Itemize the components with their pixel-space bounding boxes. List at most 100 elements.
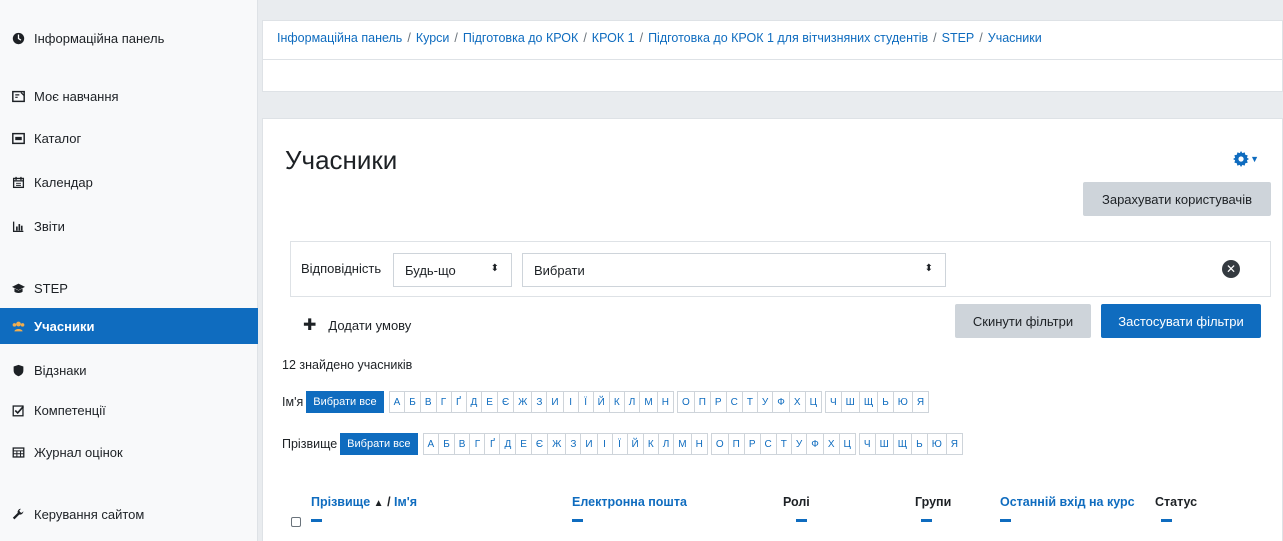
firstname-letter-button[interactable]: З [531,391,548,413]
firstname-letter-button[interactable]: П [693,391,711,413]
lastname-letter-button[interactable]: І [596,433,613,455]
breadcrumb-item-step[interactable]: STEP [942,31,975,45]
firstname-letter-button[interactable]: Т [741,391,758,413]
lastname-letter-button[interactable]: И [580,433,598,455]
collapse-groups-icon[interactable] [921,519,932,522]
firstname-letter-button[interactable]: Ї [577,391,594,413]
firstname-letter-button[interactable]: К [608,391,625,413]
apply-filters-button[interactable]: Застосувати фільтри [1101,304,1261,338]
lastname-letter-button[interactable]: Я [945,433,964,455]
enrol-users-button[interactable]: Зарахувати користувачів [1083,182,1271,216]
lastname-letter-button[interactable]: К [642,433,659,455]
firstname-letter-button[interactable]: М [639,391,658,413]
lastname-letter-button[interactable]: В [453,433,471,455]
lastname-letter-button[interactable]: Е [515,433,532,455]
firstname-select-all[interactable]: Вибрати все [306,391,384,413]
collapse-email-icon[interactable] [572,519,583,522]
lastname-letter-button[interactable]: Ї [611,433,628,455]
firstname-letter-button[interactable]: Є [496,391,515,413]
firstname-letter-button[interactable]: С [725,391,743,413]
add-condition-button[interactable]: ✚ Додати умову [303,315,411,335]
lastname-letter-button[interactable]: О [710,433,729,455]
firstname-header-label[interactable]: Ім'я [394,495,417,509]
firstname-letter-button[interactable]: Ш [840,391,860,413]
breadcrumb-item-krok1[interactable]: КРОК 1 [592,31,635,45]
firstname-letter-button[interactable]: У [756,391,774,413]
lastname-letter-button[interactable]: Л [657,433,675,455]
lastname-letter-button[interactable]: Ц [838,433,856,455]
lastname-letter-button[interactable]: Ь [911,433,928,455]
sidebar-item-step[interactable]: STEP [0,270,258,306]
lastaccess-column-header[interactable]: Останній вхід на курс [1000,495,1135,509]
filter-type-select[interactable]: Вибрати ⬍ [522,253,946,287]
sidebar-item-participants[interactable]: Учасники [0,308,258,344]
lastname-letter-button[interactable]: Ш [874,433,894,455]
firstname-letter-button[interactable]: Ж [513,391,533,413]
reset-filters-button[interactable]: Скинути фільтри [955,304,1091,338]
firstname-letter-button[interactable]: Ь [877,391,894,413]
firstname-letter-button[interactable]: Е [481,391,498,413]
lastname-letter-button[interactable]: Т [775,433,792,455]
firstname-letter-button[interactable]: Ч [824,391,842,413]
select-all-checkbox[interactable] [291,517,301,527]
lastname-letter-button[interactable]: Щ [892,433,913,455]
firstname-letter-button[interactable]: Я [911,391,930,413]
lastname-letter-button[interactable]: Г [469,433,486,455]
firstname-letter-button[interactable]: В [419,391,437,413]
collapse-lastaccess-icon[interactable] [1000,519,1011,522]
sidebar-item-dashboard[interactable]: Інформаційна панель [0,20,258,56]
lastname-letter-button[interactable]: Є [530,433,549,455]
breadcrumb-item-courses[interactable]: Курси [416,31,450,45]
lastname-letter-button[interactable]: С [759,433,777,455]
collapse-status-icon[interactable] [1161,519,1172,522]
firstname-letter-button[interactable]: Ю [892,391,913,413]
firstname-letter-button[interactable]: Ґ [450,391,467,413]
lastname-letter-button[interactable]: Д [499,433,517,455]
firstname-letter-button[interactable]: Щ [858,391,879,413]
lastname-letter-button[interactable]: Ґ [484,433,501,455]
firstname-letter-button[interactable]: Ф [772,391,790,413]
firstname-letter-button[interactable]: А [388,391,406,413]
breadcrumb-item-krok-prep[interactable]: Підготовка до КРОК [463,31,578,45]
collapse-lastname-icon[interactable] [311,519,322,522]
firstname-letter-button[interactable]: Х [788,391,806,413]
sidebar-item-competencies[interactable]: Компетенції [0,392,258,428]
lastname-letter-button[interactable]: Р [743,433,761,455]
sidebar-item-badges[interactable]: Відзнаки [0,352,258,388]
sidebar-item-reports[interactable]: Звіти [0,208,258,244]
lastname-letter-button[interactable]: А [422,433,440,455]
firstname-letter-button[interactable]: Н [656,391,674,413]
lastname-letter-button[interactable]: М [673,433,692,455]
firstname-letter-button[interactable]: І [562,391,579,413]
lastname-letter-button[interactable]: Х [822,433,840,455]
match-select[interactable]: Будь-що ⬍ [393,253,512,287]
sidebar-item-calendar[interactable]: Календар [0,164,258,200]
sidebar-item-site-admin[interactable]: Керування сайтом [0,496,258,532]
lastname-letter-button[interactable]: Б [438,433,455,455]
firstname-letter-button[interactable]: Р [709,391,727,413]
lastname-letter-button[interactable]: Ч [858,433,876,455]
lastname-letter-button[interactable]: У [790,433,808,455]
sidebar-item-gradebook[interactable]: Журнал оцінок [0,434,258,470]
remove-filter-icon[interactable]: ✕ [1222,260,1240,278]
lastname-column-header[interactable]: Прізвище ▲ / Ім'я [311,495,417,509]
sidebar-item-my-learning[interactable]: Моє навчання [0,78,258,114]
breadcrumb-item-dashboard[interactable]: Інформаційна панель [277,31,402,45]
firstname-letter-button[interactable]: Г [435,391,452,413]
lastname-letter-button[interactable]: Ф [806,433,824,455]
firstname-letter-button[interactable]: Й [592,391,610,413]
lastname-letter-button[interactable]: Н [690,433,708,455]
collapse-roles-icon[interactable] [796,519,807,522]
lastname-letter-button[interactable]: П [727,433,745,455]
sidebar-item-catalog[interactable]: Каталог [0,120,258,156]
lastname-letter-button[interactable]: З [565,433,582,455]
breadcrumb-item-krok1-domestic[interactable]: Підготовка до КРОК 1 для вітчизняних сту… [648,31,928,45]
lastname-letter-button[interactable]: Й [626,433,644,455]
lastname-select-all[interactable]: Вибрати все [340,433,418,455]
firstname-letter-button[interactable]: О [676,391,695,413]
firstname-letter-button[interactable]: Д [465,391,483,413]
firstname-letter-button[interactable]: Ц [804,391,822,413]
firstname-letter-button[interactable]: Л [623,391,641,413]
breadcrumb-item-participants[interactable]: Учасники [988,31,1042,45]
lastname-letter-button[interactable]: Ж [547,433,567,455]
